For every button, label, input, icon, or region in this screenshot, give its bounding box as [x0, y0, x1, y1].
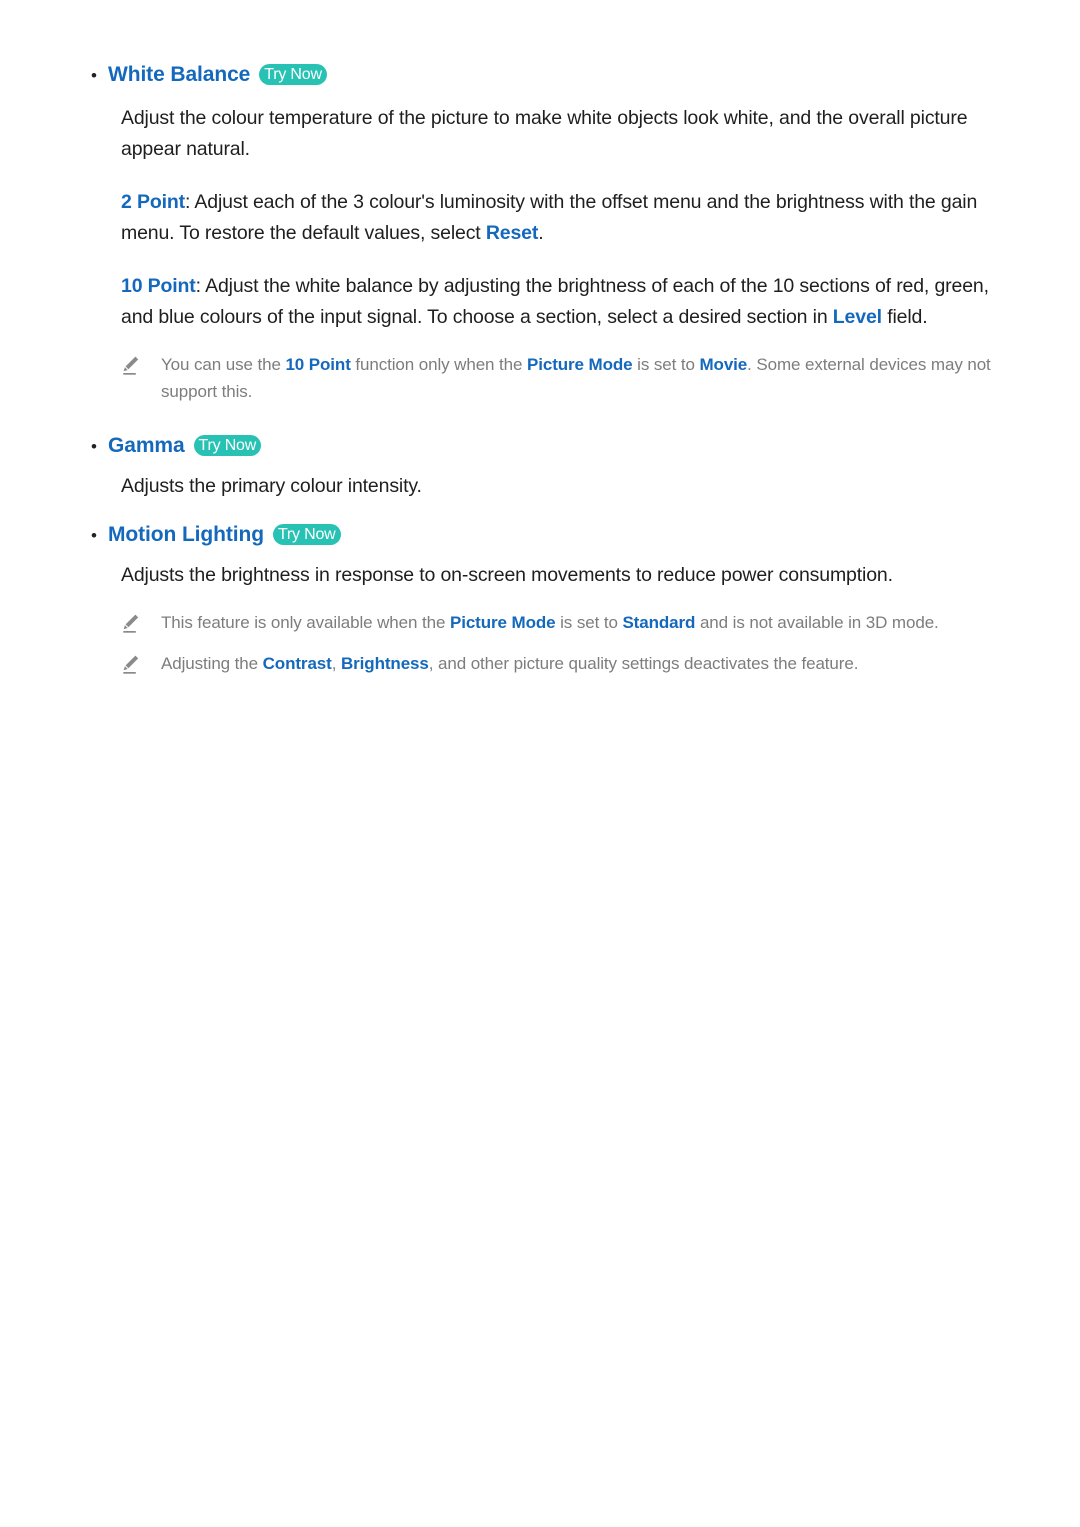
keyword-term: Brightness: [340, 654, 429, 673]
keyword-term: Movie: [699, 355, 748, 374]
note-ml-2: Adjusting the Contrast, Brightness, and …: [82, 650, 998, 677]
paragraph-ml-intro: Adjusts the brightness in response to on…: [121, 564, 893, 586]
keyword-term: Standard: [622, 613, 696, 632]
bullet-marker: •: [91, 526, 97, 545]
section-title: Gamma: [108, 434, 185, 457]
bullet-marker: •: [91, 66, 97, 85]
section-heading-motion-lighting: • Motion Lighting Try Now: [82, 520, 998, 551]
note-text: This feature is only available when the …: [161, 613, 939, 632]
keyword-term: Reset: [485, 222, 539, 244]
keyword-term: Picture Mode: [526, 355, 633, 374]
section-heading-gamma: • Gamma Try Now: [82, 431, 998, 462]
document-page: • White Balance Try Now Adjust the colou…: [0, 0, 1080, 1527]
keyword-term: 2 Point: [121, 191, 185, 213]
keyword-term: Contrast: [262, 654, 332, 673]
pencil-icon: [121, 355, 143, 377]
keyword-term: Level: [832, 306, 882, 328]
paragraph-wb-10point: 10 Point: Adjust the white balance by ad…: [121, 275, 989, 328]
bullet-marker: •: [91, 437, 97, 456]
keyword-term: 10 Point: [121, 275, 196, 297]
section-title: White Balance: [108, 63, 251, 86]
paragraph-wb-2point: 2 Point: Adjust each of the 3 colour's l…: [121, 191, 978, 244]
keyword-term: 10 Point: [285, 355, 351, 374]
note-wb-1: You can use the 10 Point function only w…: [82, 351, 998, 405]
pencil-icon: [121, 613, 143, 635]
note-text: You can use the 10 Point function only w…: [161, 355, 991, 401]
paragraph-gamma-intro: Adjusts the primary colour intensity.: [121, 475, 422, 497]
keyword-term: Picture Mode: [449, 613, 556, 632]
pencil-icon: [121, 654, 143, 676]
try-now-badge[interactable]: Try Now: [272, 524, 341, 545]
paragraph-wb-intro: Adjust the colour temperature of the pic…: [121, 107, 968, 160]
note-ml-1: This feature is only available when the …: [82, 609, 998, 636]
try-now-badge[interactable]: Try Now: [193, 435, 262, 456]
try-now-badge[interactable]: Try Now: [259, 64, 327, 85]
section-heading-white-balance: • White Balance Try Now: [82, 60, 998, 91]
note-text: Adjusting the Contrast, Brightness, and …: [161, 654, 859, 673]
section-title: Motion Lighting: [108, 523, 264, 546]
